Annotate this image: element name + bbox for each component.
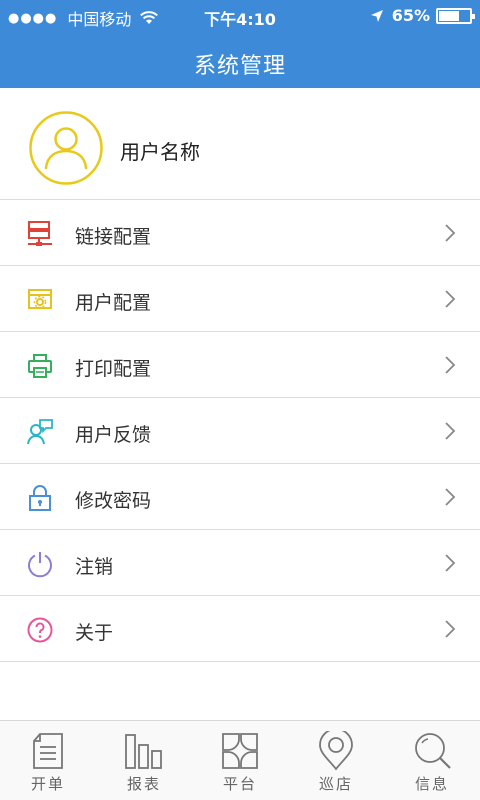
grid-icon xyxy=(222,733,258,769)
settings-menu: 链接配置 用户配置 打印配置 用户反馈 修改密码 注销 关于 xyxy=(0,200,480,662)
battery-icon xyxy=(436,7,475,24)
menu-item-user-config[interactable]: 用户配置 xyxy=(0,266,480,332)
tab-label: 报表 xyxy=(126,775,161,793)
tab-label: 平台 xyxy=(222,775,257,793)
signal-strength-icon: ●●●● xyxy=(8,10,58,26)
chevron-right-icon xyxy=(445,554,456,572)
power-icon xyxy=(28,552,52,578)
menu-item-about[interactable]: 关于 xyxy=(0,596,480,662)
status-bar: ●●●● 中国移动 下午4:10 65% xyxy=(0,0,480,32)
user-feedback-icon xyxy=(27,419,53,445)
menu-item-link-config[interactable]: 链接配置 xyxy=(0,200,480,266)
user-name: 用户名称 xyxy=(120,140,200,164)
wifi-icon xyxy=(140,11,159,24)
chevron-right-icon xyxy=(445,290,456,308)
tab-info[interactable]: 信息 xyxy=(384,721,480,800)
menu-item-label: 用户反馈 xyxy=(75,424,152,446)
menu-item-label: 关于 xyxy=(75,622,114,644)
chevron-right-icon xyxy=(445,488,456,506)
menu-item-print-config[interactable]: 打印配置 xyxy=(0,332,480,398)
server-link-icon xyxy=(28,221,52,246)
tab-label: 信息 xyxy=(414,775,449,793)
lock-icon xyxy=(29,485,51,511)
menu-item-logout[interactable]: 注销 xyxy=(0,530,480,596)
location-pin-icon xyxy=(319,731,353,771)
chevron-right-icon xyxy=(445,356,456,374)
menu-item-label: 注销 xyxy=(75,556,114,578)
menu-item-label: 打印配置 xyxy=(75,358,152,380)
chevron-right-icon xyxy=(445,422,456,440)
tab-label: 开单 xyxy=(30,775,65,793)
menu-item-label: 修改密码 xyxy=(75,490,152,512)
menu-item-label: 链接配置 xyxy=(75,226,152,248)
battery-fill xyxy=(439,10,459,21)
help-icon xyxy=(27,617,53,643)
chevron-right-icon xyxy=(445,224,456,242)
nav-bar: 系统管理 xyxy=(0,32,480,88)
tab-reports[interactable]: 报表 xyxy=(96,721,192,800)
tab-billing[interactable]: 开单 xyxy=(0,721,96,800)
bar-chart-icon xyxy=(125,734,162,769)
user-settings-icon xyxy=(28,289,52,309)
carrier-name: 中国移动 xyxy=(67,10,132,29)
document-icon xyxy=(33,733,63,769)
menu-item-change-password[interactable]: 修改密码 xyxy=(0,464,480,530)
carrier-group: ●●●● 中国移动 xyxy=(8,6,159,30)
search-icon xyxy=(415,733,451,769)
tab-platform[interactable]: 平台 xyxy=(192,721,288,800)
printer-icon xyxy=(28,354,52,378)
tab-bar: 开单 报表 平台 巡店 信息 xyxy=(0,720,480,800)
tab-store-patrol[interactable]: 巡店 xyxy=(288,721,384,800)
battery-percent: 65% xyxy=(391,6,430,25)
page-title: 系统管理 xyxy=(193,54,286,79)
menu-item-label: 用户配置 xyxy=(75,292,152,314)
menu-item-user-feedback[interactable]: 用户反馈 xyxy=(0,398,480,464)
chevron-right-icon xyxy=(445,620,456,638)
avatar-icon xyxy=(29,111,103,185)
status-right: 65% xyxy=(370,6,475,25)
location-arrow-icon xyxy=(370,9,383,22)
tab-label: 巡店 xyxy=(318,775,353,793)
profile-header[interactable]: 用户名称 xyxy=(0,88,480,200)
